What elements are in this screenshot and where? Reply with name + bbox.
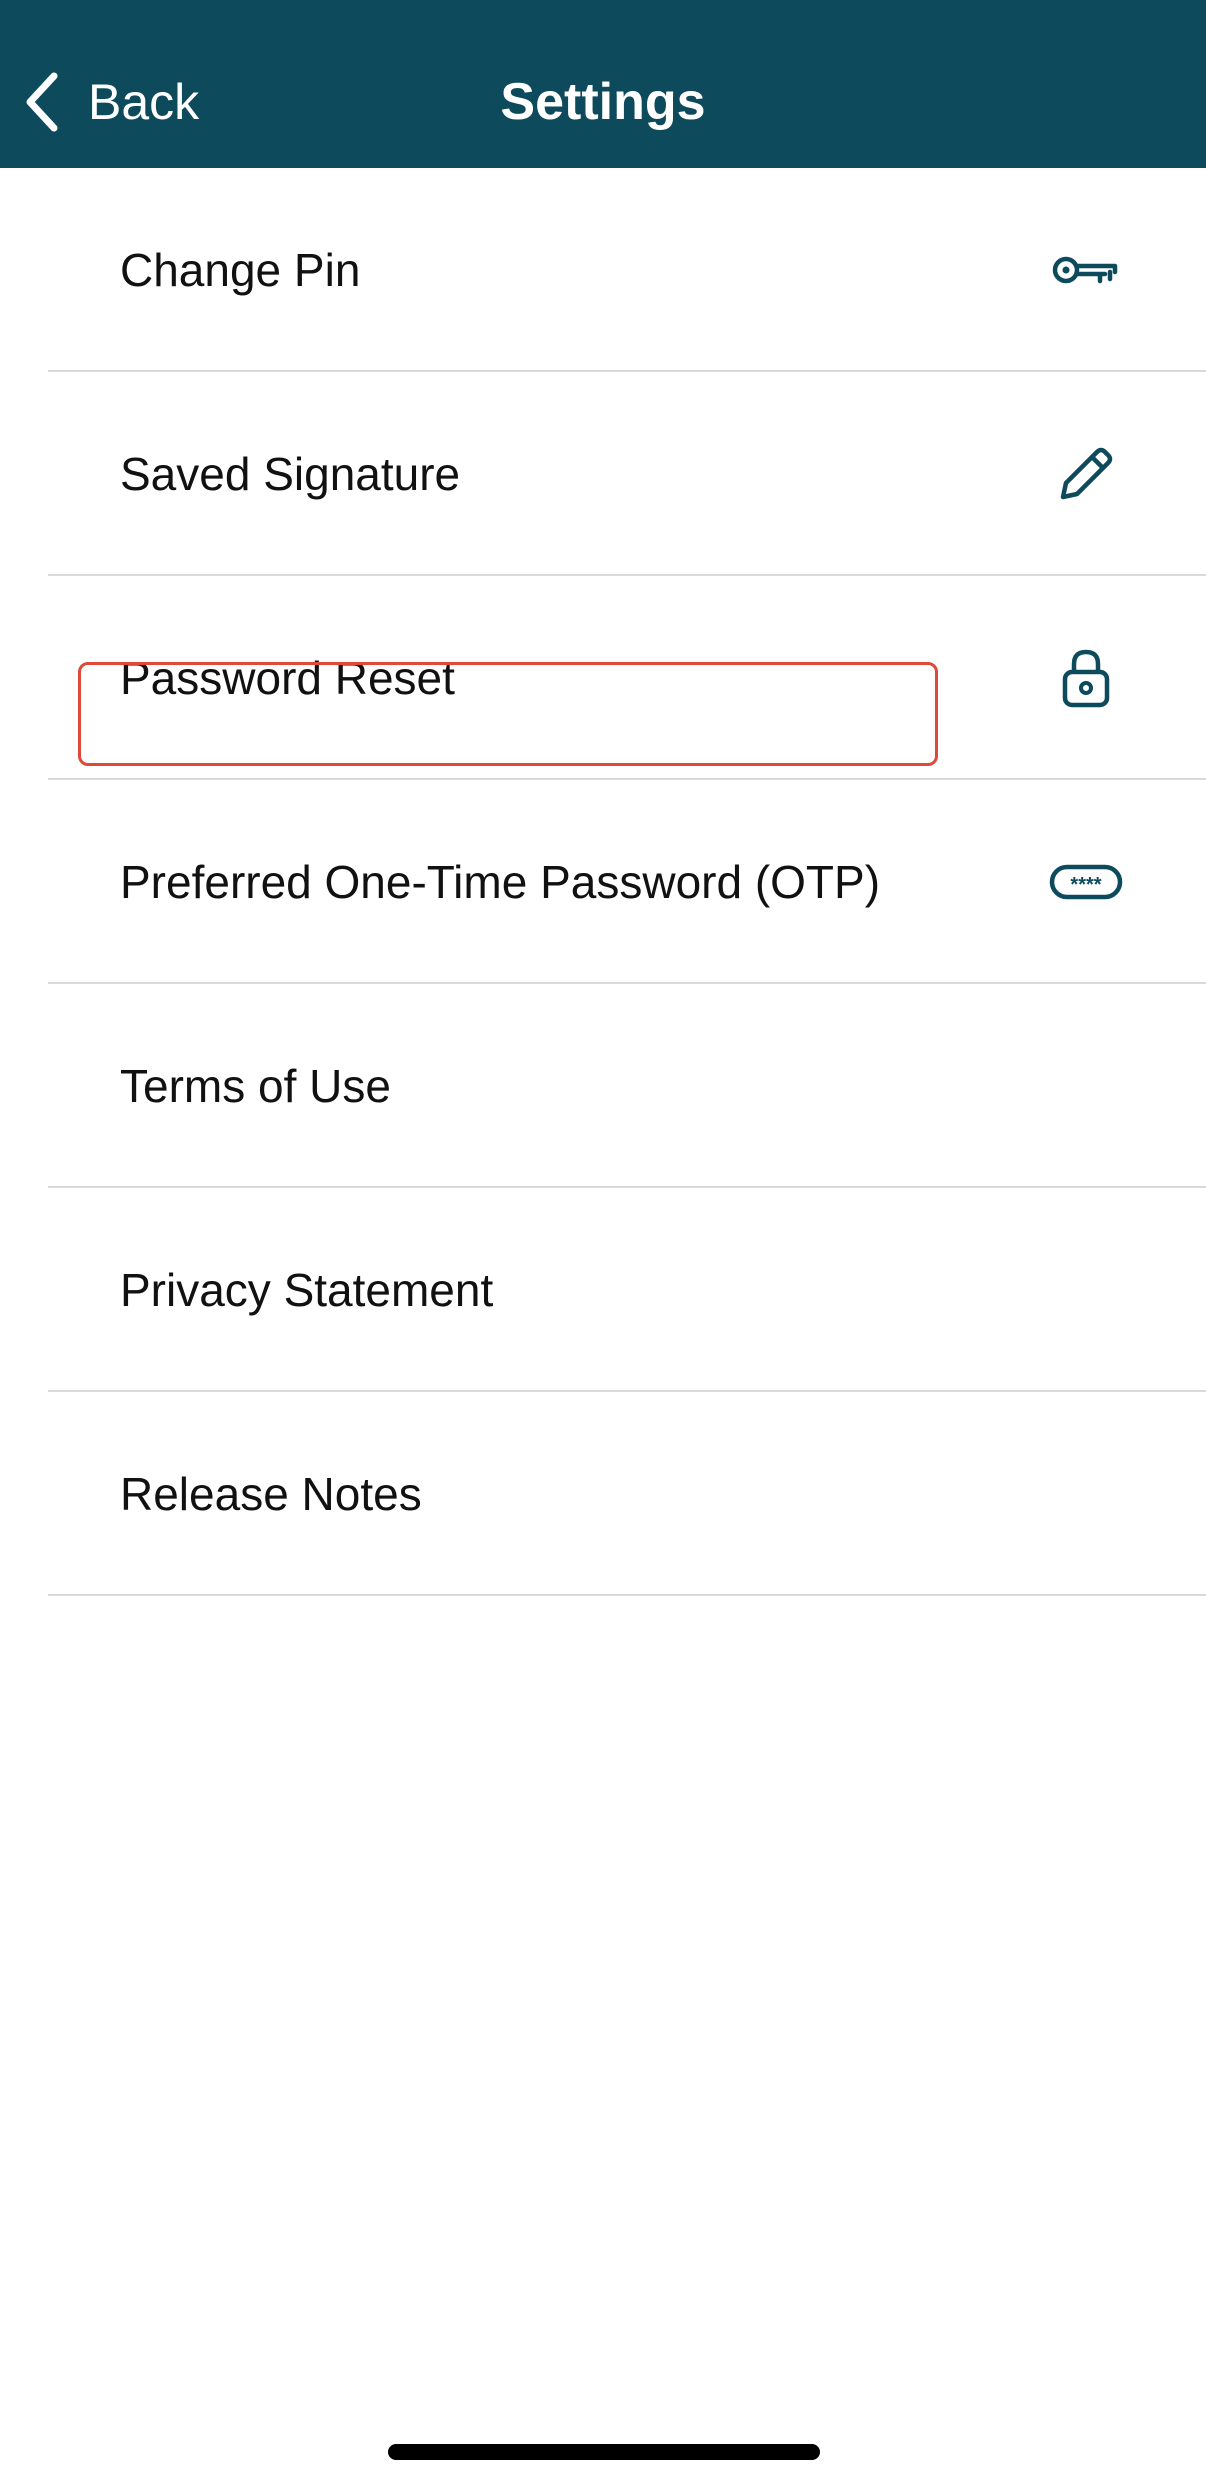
- settings-item-label: Preferred One-Time Password (OTP): [120, 856, 881, 908]
- pencil-icon: [1050, 372, 1122, 576]
- settings-item-label: Password Reset: [120, 652, 455, 704]
- home-indicator[interactable]: [388, 2444, 820, 2460]
- divider: [48, 1594, 1206, 1596]
- password-mask-text: ****: [1070, 874, 1101, 896]
- password-field-icon: ****: [1046, 780, 1126, 984]
- key-icon: [1050, 168, 1122, 372]
- settings-item-terms-of-use[interactable]: Terms of Use: [0, 984, 1206, 1188]
- lock-icon: [1054, 576, 1118, 780]
- settings-item-password-reset[interactable]: Password Reset: [0, 576, 1206, 780]
- settings-item-saved-signature[interactable]: Saved Signature: [0, 372, 1206, 576]
- settings-item-label: Change Pin: [120, 244, 361, 296]
- settings-item-privacy-statement[interactable]: Privacy Statement: [0, 1188, 1206, 1392]
- settings-list: Change Pin Saved Signature Password Rese…: [0, 168, 1206, 1596]
- settings-item-label: Privacy Statement: [120, 1264, 494, 1316]
- settings-item-label: Release Notes: [120, 1468, 422, 1520]
- settings-item-change-pin[interactable]: Change Pin: [0, 168, 1206, 372]
- settings-item-label: Terms of Use: [120, 1060, 391, 1112]
- page-title: Settings: [500, 73, 706, 131]
- settings-item-label: Saved Signature: [120, 448, 461, 500]
- settings-item-release-notes[interactable]: Release Notes: [0, 1392, 1206, 1596]
- navigation-bar: Back Settings: [0, 0, 1206, 168]
- settings-item-preferred-otp[interactable]: Preferred One-Time Password (OTP) ****: [0, 780, 1206, 984]
